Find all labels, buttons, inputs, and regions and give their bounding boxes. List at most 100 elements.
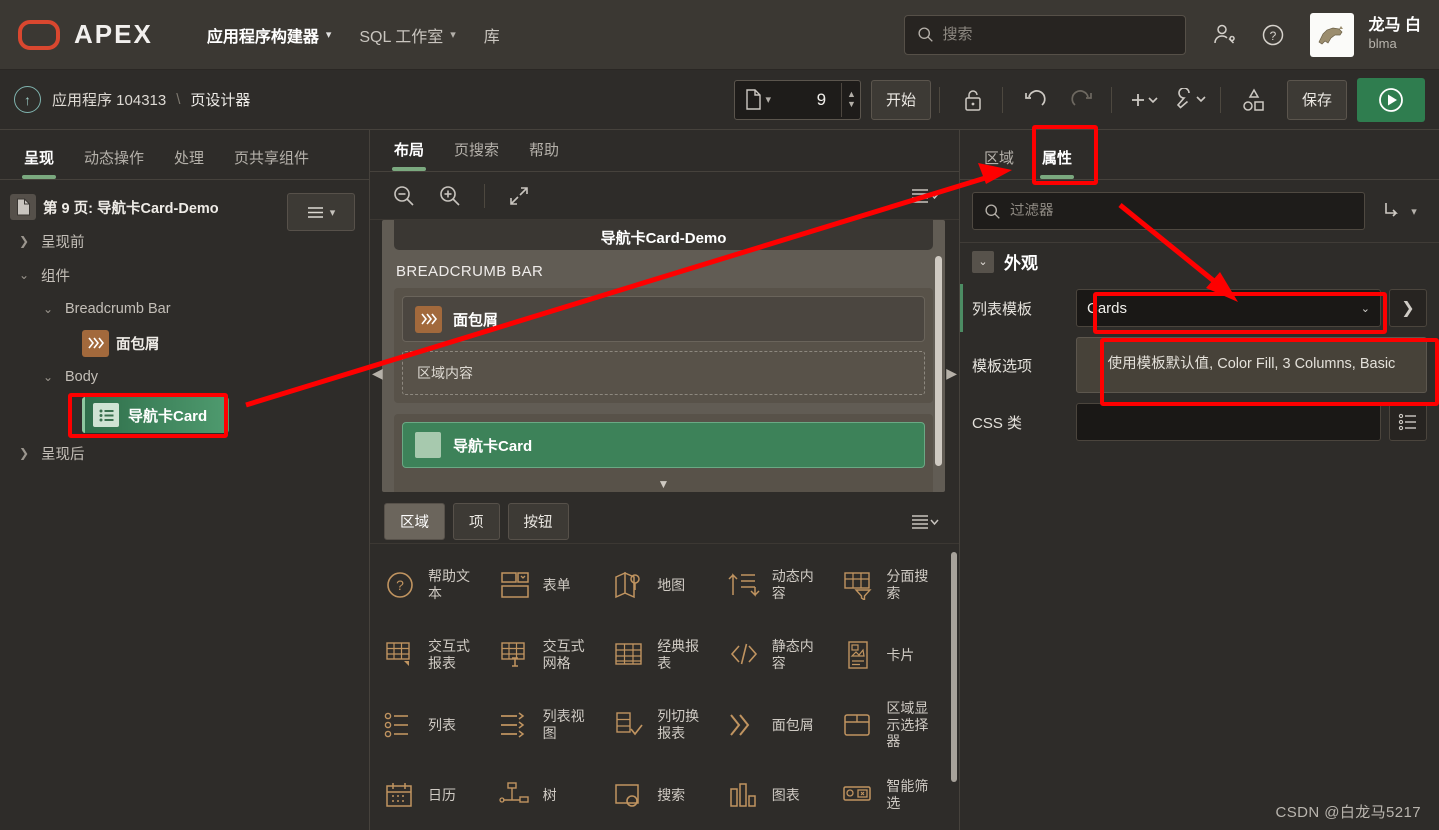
gallery-item-classic-report[interactable]: 经典报表: [605, 620, 720, 690]
gallery-item-breadcrumb[interactable]: 面包屑: [720, 690, 835, 760]
tab-rendering[interactable]: 呈现: [12, 138, 66, 179]
expand-button[interactable]: [499, 176, 539, 216]
gallery-item-chart[interactable]: 图表: [720, 760, 835, 830]
nav-sql-workshop[interactable]: SQL 工作室 ▾: [345, 15, 469, 55]
twisty-expanded-icon[interactable]: ⌄: [38, 370, 58, 384]
goto-icon: [1385, 203, 1399, 217]
gallery-item-list-view[interactable]: 列表视图: [491, 690, 606, 760]
help-button[interactable]: ?: [1252, 14, 1294, 56]
layout-menu-button[interactable]: [905, 176, 945, 216]
gallery-item-smart-filter[interactable]: 智能筛选: [834, 760, 949, 830]
layout-preview[interactable]: 导航卡Card-Demo BREADCRUMB BAR 面包屑 区域内容 导航卡…: [382, 220, 945, 492]
gallery-item-list[interactable]: 列表: [376, 690, 491, 760]
template-options-button[interactable]: 使用模板默认值, Color Fill, 3 Columns, Basic: [1076, 337, 1427, 393]
global-search[interactable]: [903, 14, 1186, 55]
gallery-item-column-toggle-report[interactable]: 列切换报表: [605, 690, 720, 760]
avatar[interactable]: [1309, 12, 1354, 57]
page-number-stepper[interactable]: ▲ ▼: [841, 82, 856, 117]
redo-button[interactable]: [1061, 80, 1103, 120]
tree-node-body[interactable]: ⌄ Body: [0, 360, 369, 394]
preview-nav-card-region[interactable]: 导航卡Card: [402, 422, 925, 468]
user-info[interactable]: 龙马 白 blma: [1369, 16, 1421, 52]
css-classes-lov-button[interactable]: [1389, 403, 1427, 441]
tree-node-pre-rendering[interactable]: ❯ 呈现前: [0, 224, 369, 258]
gallery-item-help-text[interactable]: ? 帮助文本: [376, 550, 491, 620]
css-classes-input[interactable]: [1076, 403, 1381, 441]
preview-breadcrumb-group[interactable]: 面包屑 区域内容: [394, 288, 933, 403]
add-component-button[interactable]: [1124, 80, 1166, 120]
section-collapse-toggle[interactable]: ⌄: [972, 250, 994, 273]
start-button[interactable]: 开始: [870, 79, 931, 120]
page-selector[interactable]: ▾ 9 ▲ ▼: [733, 79, 861, 120]
tab-page-shared-components[interactable]: 页共享组件: [222, 138, 321, 179]
gallery-item-search[interactable]: 搜索: [605, 760, 720, 830]
page-icon-group[interactable]: ▾: [745, 89, 771, 110]
zoom-in-button[interactable]: [430, 176, 470, 216]
lock-button[interactable]: [952, 80, 994, 120]
nav-gallery[interactable]: 库: [470, 15, 514, 55]
tab-help[interactable]: 帮助: [517, 130, 571, 171]
gallery-item-dynamic-content[interactable]: 动态内容: [720, 550, 835, 620]
gallery-item-calendar[interactable]: 日历: [376, 760, 491, 830]
tree-node-components[interactable]: ⌄ 组件: [0, 258, 369, 292]
undo-button[interactable]: [1015, 80, 1057, 120]
zoom-out-button[interactable]: [384, 176, 424, 216]
twisty-expanded-icon[interactable]: ⌄: [38, 302, 58, 316]
preview-pane-left-handle[interactable]: ◀: [372, 365, 383, 382]
tab-dynamic-actions[interactable]: 动态操作: [72, 138, 156, 179]
tab-layout[interactable]: 布局: [382, 130, 436, 171]
static-content-icon: [724, 640, 764, 670]
preview-scrollbar[interactable]: [935, 256, 942, 466]
gallery-item-form[interactable]: 表单: [491, 550, 606, 620]
layout-toolbar-divider: [484, 183, 485, 208]
gallery-item-static-content[interactable]: 静态内容: [720, 620, 835, 690]
tab-region[interactable]: 区域: [972, 138, 1026, 179]
gallery-item-cards[interactable]: 卡片: [834, 620, 949, 690]
gallery-item-region-display-selector[interactable]: 区域显示选择器: [834, 690, 949, 760]
gallery-menu-button[interactable]: [905, 502, 945, 542]
twisty-expanded-icon[interactable]: ⌄: [14, 268, 34, 282]
tab-processing[interactable]: 处理: [162, 138, 216, 179]
tree-node-page[interactable]: 第 9 页: 导航卡Card-Demo ▾: [0, 190, 369, 231]
list-template-select[interactable]: Cards ⌄: [1076, 289, 1381, 327]
account-settings-button[interactable]: [1204, 14, 1246, 56]
preview-scroll-down-icon[interactable]: ▼: [382, 477, 945, 491]
preview-pane-right-handle[interactable]: ▶: [946, 365, 957, 382]
gallery-scrollbar[interactable]: [951, 552, 957, 782]
gallery-item-interactive-report[interactable]: 交互式报表: [376, 620, 491, 690]
search-input[interactable]: [942, 26, 1173, 43]
twisty-collapsed-icon[interactable]: ❯: [14, 234, 34, 248]
twisty-collapsed-icon[interactable]: ❯: [14, 446, 34, 460]
tab-page-search[interactable]: 页搜索: [442, 130, 511, 171]
tree-node-post-rendering[interactable]: ❯ 呈现后: [0, 436, 369, 470]
utilities-button[interactable]: [1170, 80, 1212, 120]
gallery-tab-buttons[interactable]: 按钮: [507, 503, 569, 540]
property-filter-input[interactable]: [1010, 203, 1353, 219]
tree-node-nav-card-pill[interactable]: 导航卡Card: [82, 397, 230, 433]
gallery-item-tree[interactable]: 树: [491, 760, 606, 830]
gallery-tab-items[interactable]: 项: [453, 503, 500, 540]
run-page-button[interactable]: [1357, 77, 1425, 122]
go-up-button[interactable]: ↑: [14, 86, 41, 113]
page-number-value[interactable]: 9: [779, 90, 833, 110]
section-appearance-header[interactable]: ⌄ 外观: [960, 242, 1439, 284]
breadcrumb-app[interactable]: 应用程序 104313: [52, 89, 166, 110]
tree-node-breadcrumb-bar[interactable]: ⌄ Breadcrumb Bar: [0, 292, 369, 326]
stepper-down-icon[interactable]: ▼: [847, 99, 856, 109]
preview-breadcrumb-region[interactable]: 面包屑: [402, 296, 925, 342]
save-button[interactable]: 保存: [1286, 79, 1347, 120]
tab-attributes[interactable]: 属性: [1030, 138, 1084, 179]
gallery-item-interactive-grid[interactable]: 交互式网格: [491, 620, 606, 690]
tree-node-nav-card[interactable]: 导航卡Card: [0, 394, 369, 436]
goto-group-button[interactable]: ▾: [1373, 192, 1427, 230]
list-template-goto-button[interactable]: ❯: [1389, 289, 1427, 327]
tree-node-breadcrumb[interactable]: 面包屑: [0, 326, 369, 360]
gallery-item-faceted-search[interactable]: 分面搜索: [834, 550, 949, 620]
chevron-down-icon: ▾: [450, 29, 456, 41]
shared-components-button[interactable]: [1233, 80, 1275, 120]
gallery-tab-regions[interactable]: 区域: [384, 503, 445, 540]
property-filter[interactable]: [972, 192, 1365, 230]
preview-region-content-placeholder[interactable]: 区域内容: [402, 351, 925, 395]
nav-app-builder[interactable]: 应用程序构建器 ▾: [193, 15, 346, 55]
gallery-item-map[interactable]: 地图: [605, 550, 720, 620]
